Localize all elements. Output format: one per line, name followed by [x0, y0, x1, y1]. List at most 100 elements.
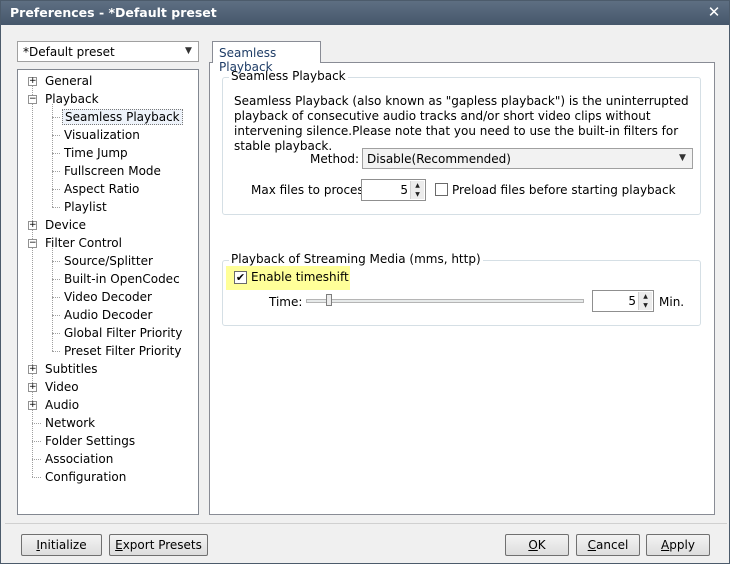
stepper-up-icon[interactable]: ▲ — [639, 292, 652, 301]
tree-item[interactable]: Fullscreen Mode — [62, 162, 163, 180]
tree-item[interactable]: Built-in OpenCodec — [62, 270, 182, 288]
tree-connector — [52, 279, 60, 280]
tree-item[interactable]: Folder Settings — [43, 432, 137, 450]
tree-item-label: Association — [45, 452, 114, 466]
preset-selector-value: *Default preset — [23, 45, 115, 59]
chevron-down-icon[interactable]: ▼ — [675, 151, 690, 166]
tree-item[interactable]: Audio Decoder — [62, 306, 154, 324]
tree-item[interactable]: Playlist — [62, 198, 109, 216]
tree-item[interactable]: Audio — [43, 396, 81, 414]
expand-icon[interactable]: + — [28, 365, 37, 374]
method-label: Method: — [310, 152, 360, 166]
tree-item[interactable]: Filter Control — [43, 234, 124, 252]
time-slider-track[interactable] — [306, 299, 584, 303]
tree-item[interactable]: Seamless Playback — [62, 108, 183, 126]
tree-item-label: Visualization — [64, 128, 140, 142]
tree-item-label: Playlist — [64, 200, 107, 214]
method-select[interactable]: Disable(Recommended) ▼ — [362, 148, 693, 169]
tree-item[interactable]: Subtitles — [43, 360, 100, 378]
tree-item-label: Configuration — [45, 470, 127, 484]
time-value: 5 — [628, 294, 636, 308]
tree-item[interactable]: Association — [43, 450, 115, 468]
tree-connector — [52, 351, 60, 352]
cancel-mnemonic: C — [587, 538, 597, 552]
tree-connector — [52, 135, 60, 136]
export-label: xport Presets — [122, 538, 202, 552]
tree-item-label: Built-in OpenCodec — [64, 272, 180, 286]
tree-item-label: Video — [45, 380, 79, 394]
tree-item[interactable]: Network — [43, 414, 97, 432]
tree-connector — [52, 104, 53, 207]
export-mnemonic: E — [115, 538, 123, 552]
tree-item-label: Aspect Ratio — [64, 182, 140, 196]
tree-item-label: Audio — [45, 398, 80, 412]
title-bar[interactable]: Preferences - *Default preset ✕ — [1, 1, 729, 25]
initialize-label: nitialize — [39, 538, 87, 552]
time-unit: Min. — [659, 295, 685, 309]
tree-item[interactable]: Device — [43, 216, 88, 234]
export-presets-button[interactable]: Export Presets — [109, 534, 208, 556]
tree-item[interactable]: Preset Filter Priority — [62, 342, 183, 360]
tree-item-label: Preset Filter Priority — [64, 344, 182, 358]
tree-item[interactable]: Video — [43, 378, 81, 396]
tree-item[interactable]: Global Filter Priority — [62, 324, 184, 342]
close-icon[interactable]: ✕ — [705, 3, 723, 21]
apply-button[interactable]: Apply — [646, 534, 710, 556]
expand-icon[interactable]: + — [28, 401, 37, 410]
collapse-icon[interactable]: − — [28, 95, 37, 104]
tree-item[interactable]: Video Decoder — [62, 288, 154, 306]
stepper-down-icon[interactable]: ▼ — [411, 190, 424, 199]
tree-item[interactable]: Aspect Ratio — [62, 180, 141, 198]
preset-selector[interactable]: *Default preset ▼ — [17, 41, 199, 62]
tree-item-label: Seamless Playback — [62, 109, 183, 125]
tree-connector — [52, 189, 60, 190]
checkmark-icon: ✔ — [235, 271, 246, 284]
chevron-down-icon[interactable]: ▼ — [181, 44, 196, 59]
tree-item[interactable]: General — [43, 72, 94, 90]
tree-item[interactable]: Source/Splitter — [62, 252, 155, 270]
tree-connector — [52, 207, 60, 208]
tab-seamless-playback[interactable]: Seamless Playback — [212, 41, 321, 74]
tree-item[interactable]: Playback — [43, 90, 101, 108]
tree-item-label: Filter Control — [45, 236, 122, 250]
initialize-button[interactable]: Initialize — [21, 534, 102, 556]
tree-item-label: Fullscreen Mode — [64, 164, 161, 178]
ok-label: K — [537, 538, 546, 552]
expand-icon[interactable]: + — [28, 77, 37, 86]
dialog-body: *Default preset ▼ General + Playback − Seaml… — [5, 27, 725, 521]
expand-icon[interactable]: + — [28, 383, 37, 392]
streaming-media-group-title: Playback of Streaming Media (mms, http) — [229, 252, 483, 266]
tree-item-label: Global Filter Priority — [64, 326, 183, 340]
settings-tree[interactable]: General + Playback − Seamless Playback Visual… — [17, 69, 199, 515]
cancel-label: ancel — [596, 538, 629, 552]
preload-checkbox[interactable] — [435, 183, 448, 196]
tree-connector — [32, 423, 41, 424]
tree-connector — [32, 81, 33, 477]
stepper-up-icon[interactable]: ▲ — [411, 181, 424, 190]
tree-item-label: Device — [45, 218, 87, 232]
tree-item[interactable]: Time Jump — [62, 144, 130, 162]
tree-item[interactable]: Visualization — [62, 126, 142, 144]
collapse-icon[interactable]: − — [28, 239, 37, 248]
stepper-down-icon[interactable]: ▼ — [639, 301, 652, 310]
timeshift-checkbox[interactable]: ✔ — [234, 271, 247, 284]
window-title: Preferences - *Default preset — [10, 5, 217, 20]
expand-icon[interactable]: + — [28, 221, 37, 230]
preferences-window: Preferences - *Default preset ✕ *Default… — [0, 0, 730, 564]
tree-connector — [32, 477, 41, 478]
max-files-stepper[interactable]: 5 ▲ ▼ — [361, 179, 426, 201]
tree-item-label: Time Jump — [64, 146, 128, 160]
time-label: Time: — [269, 295, 303, 309]
ok-button[interactable]: OK — [505, 534, 569, 556]
tree-item-label: Subtitles — [45, 362, 98, 376]
tree-item-label: Audio Decoder — [64, 308, 153, 322]
tree-connector — [52, 171, 60, 172]
cancel-button[interactable]: Cancel — [576, 534, 640, 556]
time-slider-thumb[interactable] — [326, 294, 332, 306]
method-select-value: Disable(Recommended) — [367, 152, 511, 166]
time-stepper[interactable]: 5 ▲ ▼ — [592, 290, 654, 312]
seamless-description: Seamless Playback (also known as "gaples… — [234, 94, 689, 153]
max-files-value: 5 — [400, 183, 408, 197]
tree-item[interactable]: Configuration — [43, 468, 128, 486]
tree-item-label: Playback — [45, 92, 99, 106]
